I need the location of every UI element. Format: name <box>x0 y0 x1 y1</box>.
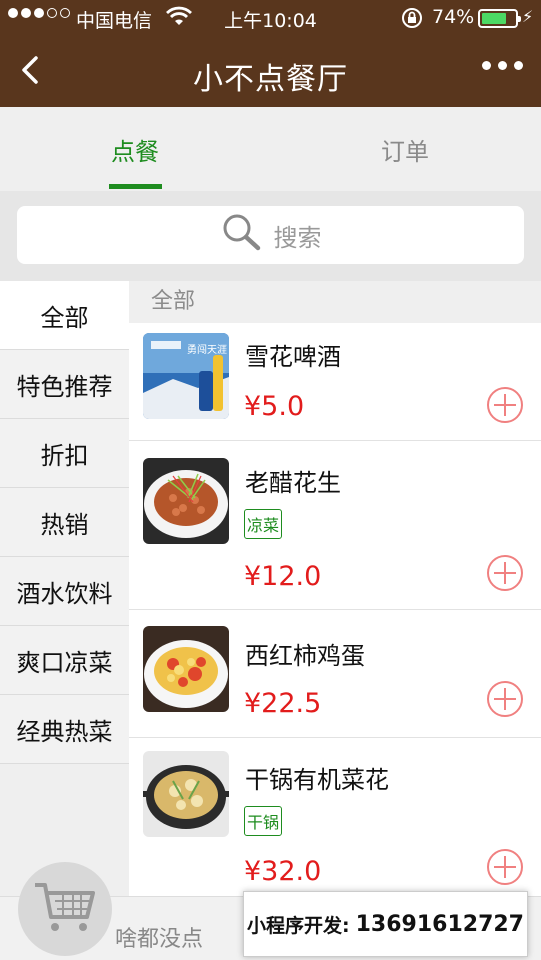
cauliflower-pot-image <box>143 751 229 837</box>
cart-button[interactable] <box>18 862 112 956</box>
list-item[interactable]: 干锅有机菜花 干锅 ¥32.0 <box>129 738 541 908</box>
search-area: 搜索 <box>0 191 541 281</box>
list-item[interactable]: 西红柿鸡蛋 ¥22.5 <box>129 610 541 738</box>
product-price: ¥22.5 <box>244 688 322 719</box>
sidebar-item-hot[interactable]: 热销 <box>0 488 129 557</box>
product-name: 老醋花生 <box>245 469 341 497</box>
add-to-cart-icon[interactable] <box>486 680 524 718</box>
charging-icon: ⚡ <box>522 7 534 26</box>
tab-bar: 点餐 订单 <box>0 107 541 191</box>
sidebar-item-drinks[interactable]: 酒水饮料 <box>0 557 129 626</box>
beer-image: 勇闯天涯 <box>143 333 229 419</box>
promo-label: 小程序开发: <box>247 914 350 937</box>
list-item[interactable]: 老醋花生 凉菜 ¥12.0 <box>129 441 541 610</box>
add-to-cart-icon[interactable] <box>486 848 524 886</box>
list-item[interactable]: 勇闯天涯 雪花啤酒 ¥5.0 <box>129 323 541 441</box>
category-sidebar: 全部 特色推荐 折扣 热销 酒水饮料 爽口凉菜 经典热菜 <box>0 281 129 764</box>
category-tag: 干锅 <box>244 806 283 836</box>
svg-text:勇闯天涯: 勇闯天涯 <box>187 343 227 356</box>
rotation-lock-icon <box>400 6 424 35</box>
product-price: ¥32.0 <box>244 856 322 887</box>
nav-bar: 小不点餐厅 <box>0 36 541 107</box>
product-list: 全部 勇闯天涯 雪花啤酒 ¥5.0 老醋花生 凉菜 ¥12.0 西红柿鸡蛋 ¥2… <box>129 281 541 960</box>
status-bar: 中国电信 上午10:04 74% ⚡ <box>0 0 541 36</box>
more-icon[interactable] <box>482 61 523 70</box>
battery-percent: 74% <box>432 6 475 28</box>
section-title: 全部 <box>129 281 541 323</box>
search-icon <box>220 212 264 258</box>
product-price: ¥12.0 <box>244 561 322 592</box>
sidebar-item-hot-dishes[interactable]: 经典热菜 <box>0 695 129 764</box>
promo-phone: 13691612727 <box>355 911 524 937</box>
shopping-cart-icon <box>33 879 97 939</box>
product-name: 干锅有机菜花 <box>245 766 389 794</box>
peanut-dish-image <box>143 458 229 544</box>
search-input[interactable]: 搜索 <box>17 206 524 264</box>
product-name: 雪花啤酒 <box>245 343 341 371</box>
add-to-cart-icon[interactable] <box>486 386 524 424</box>
battery-icon <box>478 9 521 28</box>
product-price: ¥5.0 <box>244 391 305 422</box>
product-name: 西红柿鸡蛋 <box>245 642 365 670</box>
page-title: 小不点餐厅 <box>193 62 348 97</box>
tab-order-food[interactable]: 点餐 <box>75 132 195 167</box>
sidebar-item-featured[interactable]: 特色推荐 <box>0 350 129 419</box>
sidebar-item-discount[interactable]: 折扣 <box>0 419 129 488</box>
tab-orders[interactable]: 订单 <box>345 132 465 167</box>
sidebar-item-all[interactable]: 全部 <box>0 281 129 350</box>
tomato-egg-dish-image <box>143 626 229 712</box>
promo-banner: 小程序开发: 13691612727 <box>243 891 528 957</box>
top-bar: 中国电信 上午10:04 74% ⚡ 小不点餐厅 <box>0 0 541 107</box>
sidebar-item-cold-dishes[interactable]: 爽口凉菜 <box>0 626 129 695</box>
cart-empty-text: 啥都没点 <box>115 927 204 952</box>
search-placeholder: 搜索 <box>273 223 322 252</box>
active-tab-indicator <box>109 184 162 189</box>
category-tag: 凉菜 <box>244 509 283 539</box>
add-to-cart-icon[interactable] <box>486 554 524 592</box>
